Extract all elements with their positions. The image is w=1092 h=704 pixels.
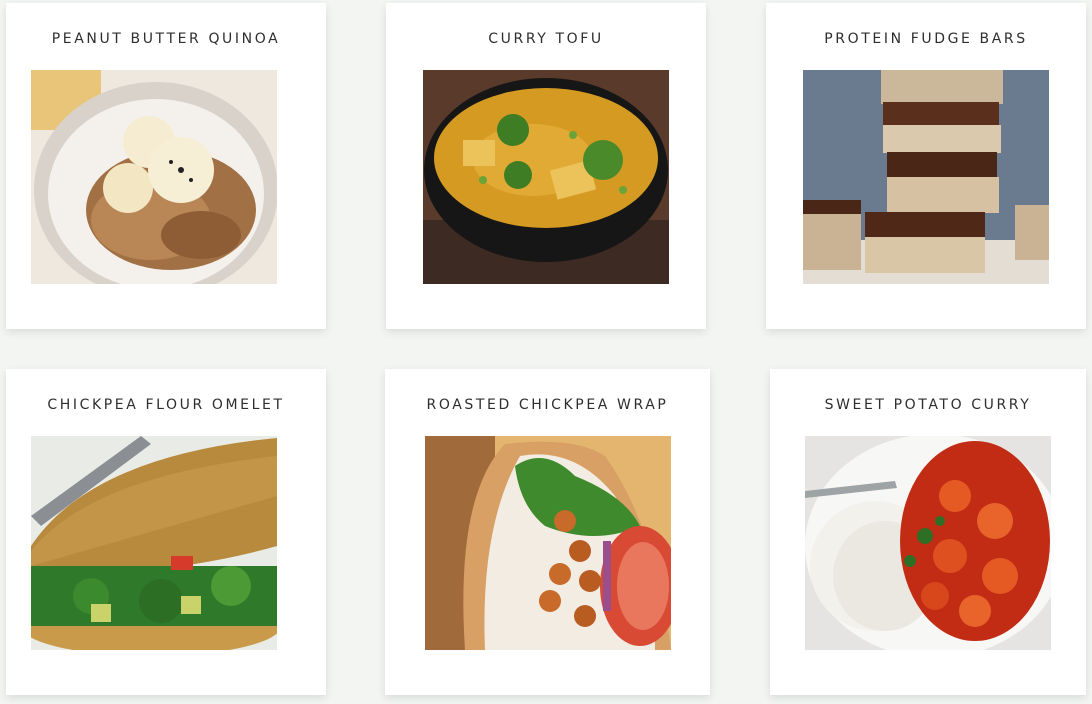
recipe-image-peanut-butter-quinoa[interactable] <box>31 70 277 284</box>
recipe-card-chickpea-flour-omelet[interactable]: CHICKPEA FLOUR OMELET <box>6 369 326 695</box>
recipe-card-peanut-butter-quinoa[interactable]: PEANUT BUTTER QUINOA <box>6 3 326 329</box>
recipe-card-roasted-chickpea-wrap[interactable]: ROASTED CHICKPEA WRAP <box>385 369 710 695</box>
recipe-card-sweet-potato-curry[interactable]: SWEET POTATO CURRY <box>770 369 1086 695</box>
recipe-title[interactable]: CURRY TOFU <box>386 31 706 47</box>
recipe-title[interactable]: PEANUT BUTTER QUINOA <box>6 31 326 47</box>
recipe-card-curry-tofu[interactable]: CURRY TOFU <box>386 3 706 329</box>
recipe-image-roasted-chickpea-wrap[interactable] <box>425 436 671 650</box>
recipe-image-protein-fudge-bars[interactable] <box>803 70 1049 284</box>
recipe-image-sweet-potato-curry[interactable] <box>805 436 1051 650</box>
recipe-image-chickpea-flour-omelet[interactable] <box>31 436 277 650</box>
recipe-image-curry-tofu[interactable] <box>423 70 669 284</box>
recipe-card-protein-fudge-bars[interactable]: PROTEIN FUDGE BARS <box>766 3 1086 329</box>
recipe-title[interactable]: PROTEIN FUDGE BARS <box>766 31 1086 47</box>
recipe-title[interactable]: ROASTED CHICKPEA WRAP <box>385 397 710 413</box>
recipe-title[interactable]: CHICKPEA FLOUR OMELET <box>6 397 326 413</box>
recipe-title[interactable]: SWEET POTATO CURRY <box>770 397 1086 413</box>
